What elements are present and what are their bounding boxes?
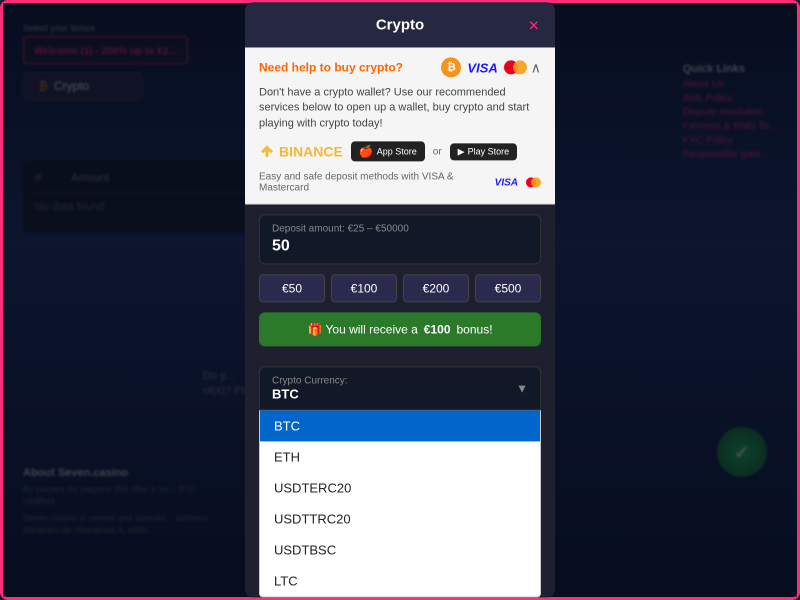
- chevron-up-icon[interactable]: ∧: [531, 59, 541, 76]
- modal-close-button[interactable]: ×: [528, 16, 539, 34]
- app-store-button[interactable]: 🍎 App Store: [351, 142, 425, 162]
- play-store-button[interactable]: ▶ Play Store: [450, 143, 517, 160]
- bonus-suffix: bonus!: [457, 323, 493, 337]
- deposit-input-wrap[interactable]: Deposit amount: €25 – €50000 50: [259, 215, 541, 265]
- bonus-amount: €100: [424, 323, 451, 337]
- help-crypto-section: Need help to buy crypto? ₿ VISA ∧ Don't …: [245, 47, 555, 204]
- crypto-modal: Crypto × Need help to buy crypto? ₿ VISA…: [245, 2, 555, 597]
- binance-logo: BINANCE: [259, 144, 343, 160]
- apple-icon: 🍎: [359, 145, 374, 159]
- app-store-label: App Store: [377, 147, 417, 157]
- crypto-option-usdttrc20[interactable]: USDTTRC20: [260, 504, 540, 535]
- help-crypto-logos: BINANCE 🍎 App Store or ▶ Play Store: [259, 142, 541, 162]
- help-crypto-description: Don't have a crypto wallet? Use our reco…: [259, 85, 541, 131]
- play-icon: ▶: [458, 146, 465, 157]
- crypto-currency-dropdown: Crypto Currency: BTC ▼ BTC ETH USDTERC20…: [259, 367, 541, 598]
- easy-deposit-text: Easy and safe deposit methods with VISA …: [259, 172, 541, 194]
- deposit-label: Deposit amount: €25 – €50000: [272, 224, 528, 235]
- deposit-section: Deposit amount: €25 – €50000 50 €50 €100…: [245, 205, 555, 367]
- mastercard-icon: [504, 60, 527, 74]
- crypto-option-usdterc20[interactable]: USDTERC20: [260, 473, 540, 504]
- mastercard-icon-small: [526, 178, 541, 188]
- quick-amount-50[interactable]: €50: [259, 275, 325, 303]
- binance-label: BINANCE: [279, 144, 343, 160]
- crypto-select-header[interactable]: Crypto Currency: BTC ▼: [259, 367, 541, 411]
- play-store-label: Play Store: [468, 147, 510, 157]
- visa-icon-small: VISA: [495, 177, 518, 188]
- bonus-prefix: 🎁 You will receive a: [307, 323, 417, 337]
- crypto-currency-label: Crypto Currency:: [272, 376, 348, 387]
- background: Select your bonus Welcome (1) - 200% up …: [0, 0, 800, 600]
- or-text: or: [433, 146, 442, 157]
- binance-icon: [259, 144, 275, 160]
- modal-title: Crypto: [376, 16, 424, 33]
- deposit-value[interactable]: 50: [272, 238, 528, 256]
- help-crypto-link[interactable]: Need help to buy crypto?: [259, 60, 403, 74]
- quick-amount-100[interactable]: €100: [331, 275, 397, 303]
- quick-amounts: €50 €100 €200 €500: [259, 275, 541, 303]
- modal-body: Need help to buy crypto? ₿ VISA ∧ Don't …: [245, 47, 555, 597]
- chevron-down-icon: ▼: [516, 382, 528, 396]
- quick-amount-200[interactable]: €200: [403, 275, 469, 303]
- crypto-options-list: BTC ETH USDTERC20 USDTTRC20 USDTBSC LTC: [259, 411, 541, 598]
- crypto-option-eth[interactable]: ETH: [260, 442, 540, 473]
- modal-header: Crypto ×: [245, 2, 555, 47]
- crypto-option-usdtbsc[interactable]: USDTBSC: [260, 535, 540, 566]
- visa-icon: VISA: [467, 60, 497, 75]
- crypto-option-btc[interactable]: BTC: [260, 411, 540, 442]
- quick-amount-500[interactable]: €500: [475, 275, 541, 303]
- bitcoin-icon: ₿: [441, 57, 461, 77]
- help-crypto-header: Need help to buy crypto? ₿ VISA ∧: [259, 57, 541, 77]
- bonus-banner: 🎁 You will receive a €100 bonus!: [259, 313, 541, 347]
- crypto-option-ltc[interactable]: LTC: [260, 566, 540, 597]
- crypto-currency-selected: BTC: [272, 387, 348, 402]
